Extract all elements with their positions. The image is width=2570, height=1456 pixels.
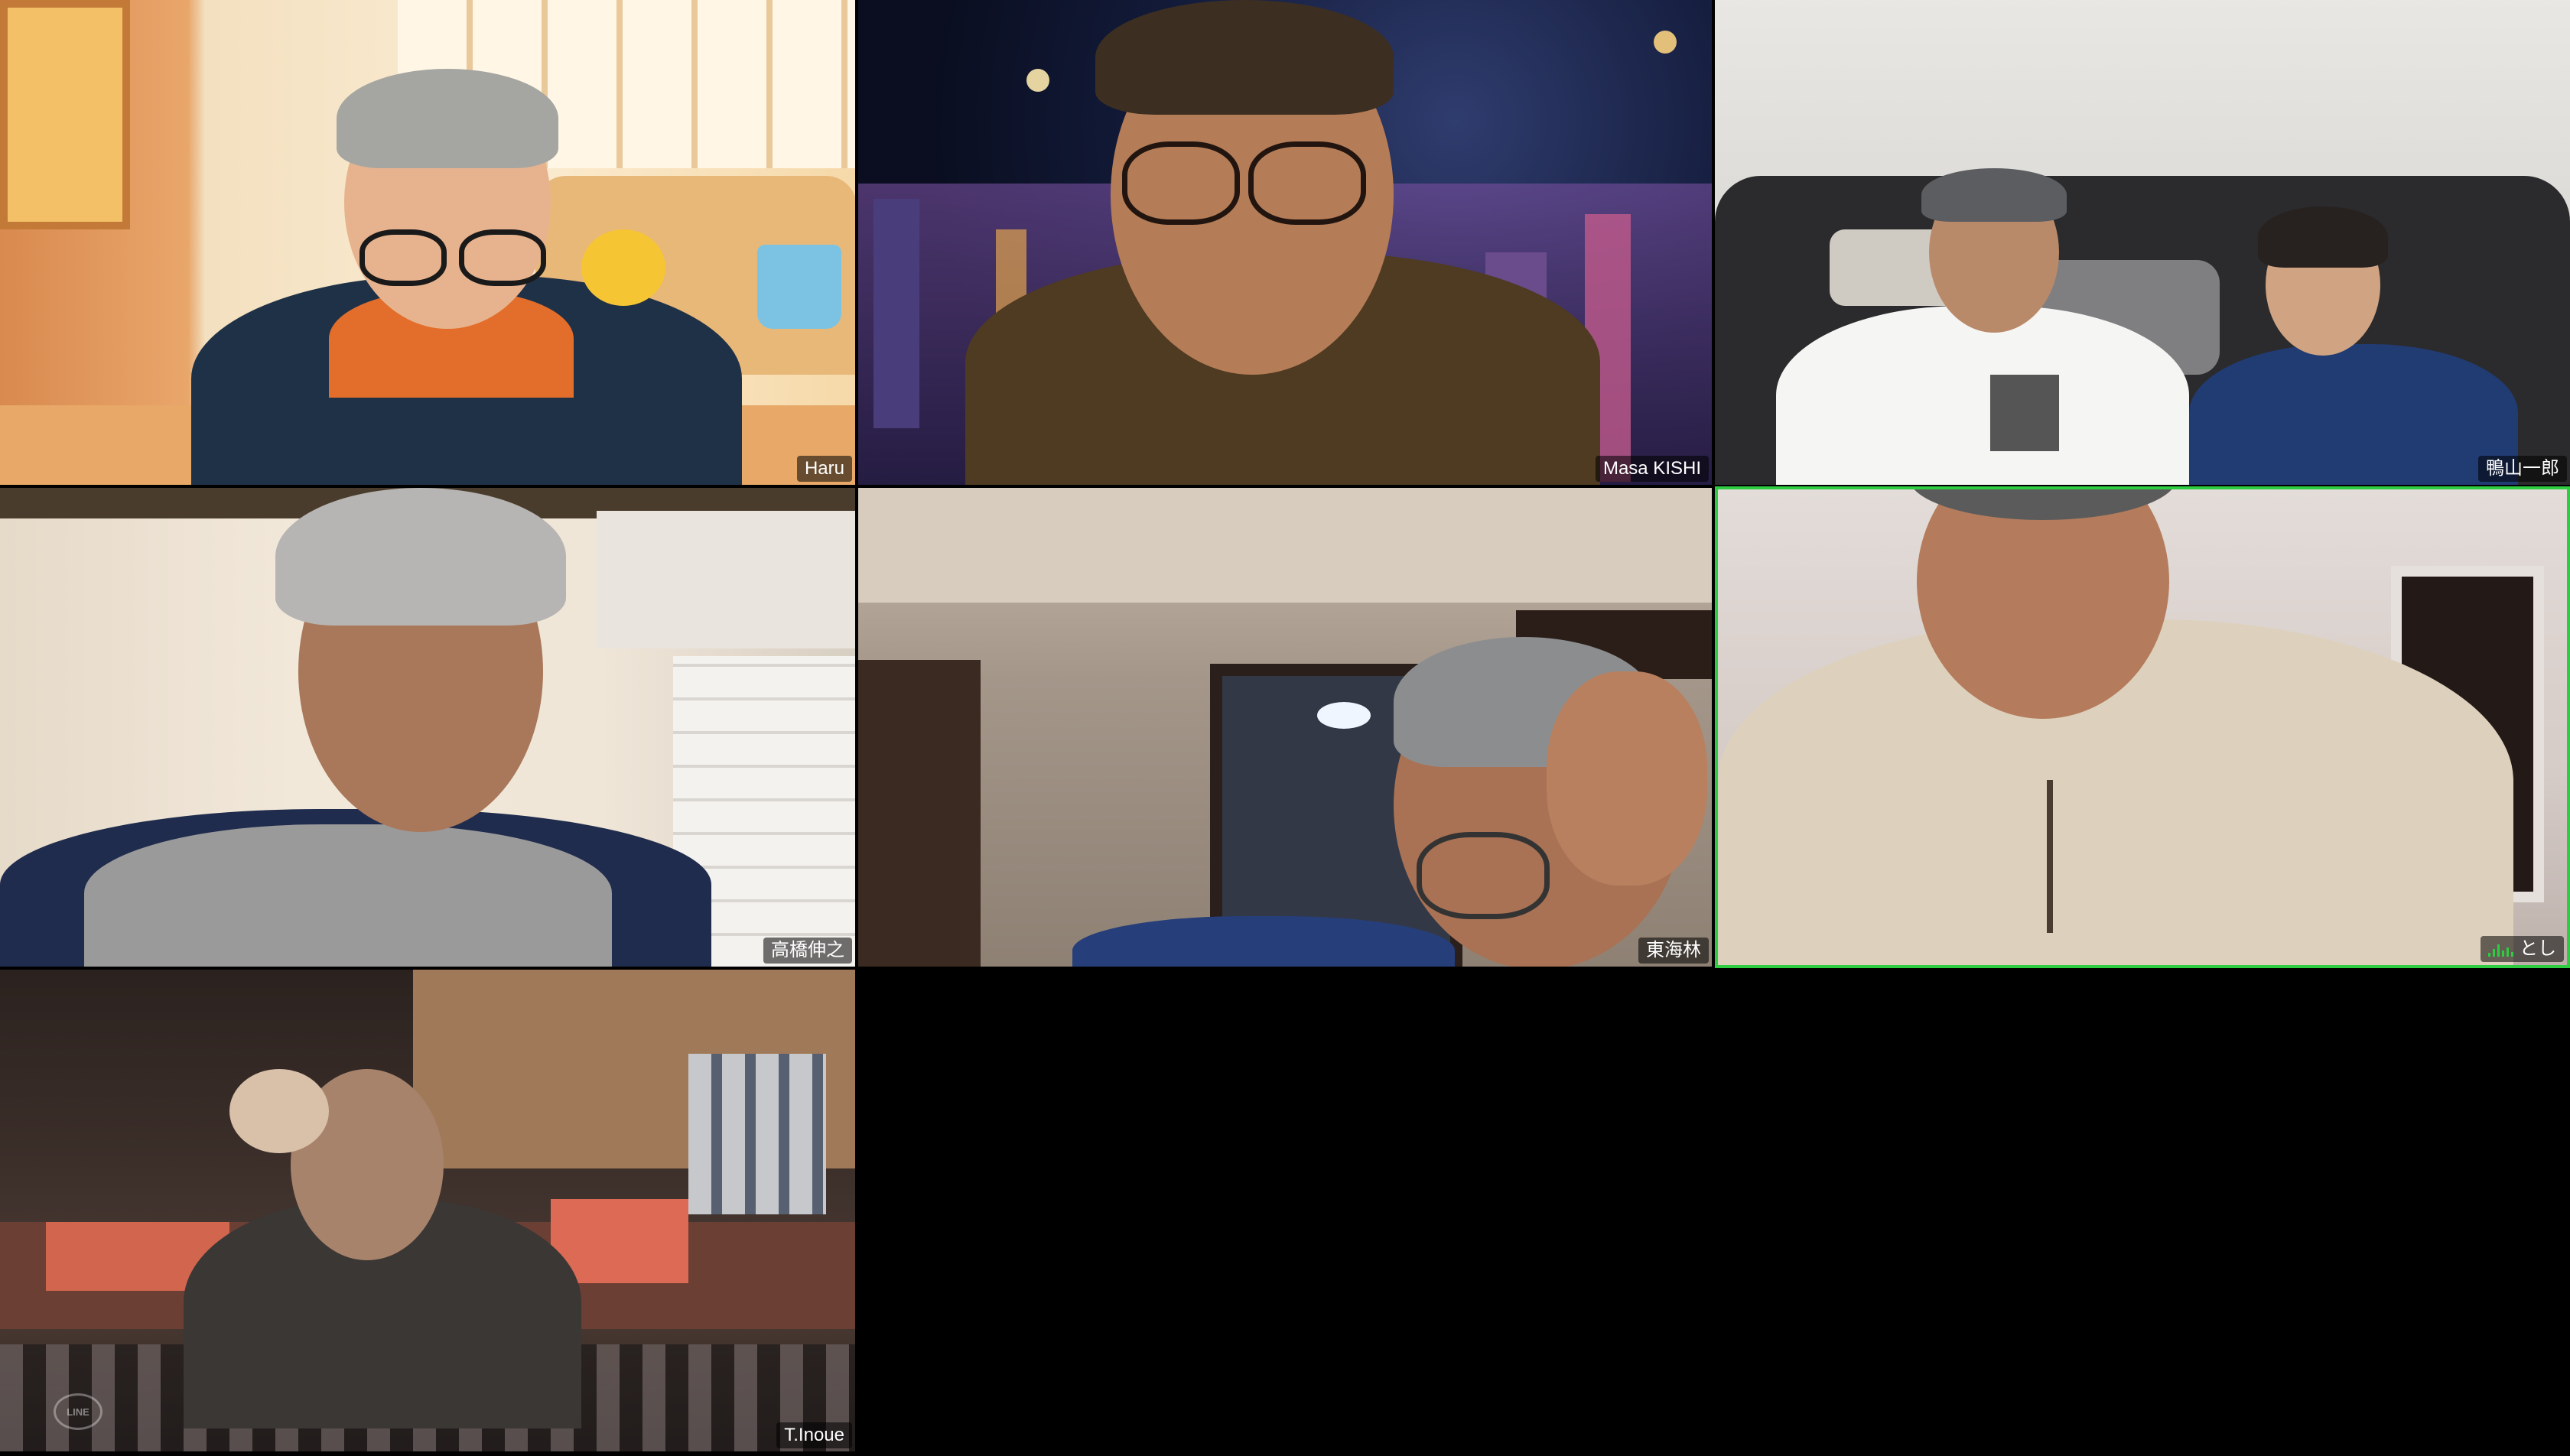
participant-tile-toshi[interactable]: とし xyxy=(1715,486,2570,968)
participant-tile-haru[interactable]: Haru xyxy=(0,0,855,485)
video-gallery: Haru Masa KISHI 鴨山一郎 高橋伸之 東海林 とし LINE T.… xyxy=(0,0,2570,1456)
video-feed xyxy=(0,0,855,485)
participant-tile-kamoyama[interactable]: 鴨山一郎 xyxy=(1715,0,2570,485)
participant-name: 鴨山一郎 xyxy=(2486,458,2559,479)
audio-level-icon xyxy=(2488,941,2513,957)
video-feed xyxy=(1718,489,2567,965)
participant-name-tag: とし xyxy=(2481,936,2564,962)
video-feed xyxy=(0,488,855,967)
participant-tile-t-inoue[interactable]: LINE T.Inoue xyxy=(0,970,855,1451)
participant-name-tag: 高橋伸之 xyxy=(763,938,852,964)
participant-name-tag: Haru xyxy=(796,456,852,482)
participant-name: Masa KISHI xyxy=(1602,458,1701,479)
participant-name: 東海林 xyxy=(1646,940,1701,960)
video-feed xyxy=(858,0,1712,485)
participant-name: 高橋伸之 xyxy=(771,940,844,960)
participant-name-tag: Masa KISHI xyxy=(1595,456,1709,482)
video-feed xyxy=(1715,0,2570,485)
participant-name: Haru xyxy=(804,458,844,479)
participant-name-tag: T.Inoue xyxy=(776,1422,852,1448)
line-logo-icon: LINE xyxy=(54,1393,102,1430)
participant-tile-masa-kishi[interactable]: Masa KISHI xyxy=(858,0,1712,485)
video-feed: LINE xyxy=(0,970,855,1451)
video-feed xyxy=(858,488,1712,967)
participant-tile-shoji[interactable]: 東海林 xyxy=(858,488,1712,967)
participant-name-tag: 東海林 xyxy=(1638,938,1709,964)
participant-name-tag: 鴨山一郎 xyxy=(2478,456,2567,482)
participant-name: とし xyxy=(2520,938,2556,959)
participant-tile-takahashi[interactable]: 高橋伸之 xyxy=(0,488,855,967)
logo-text: LINE xyxy=(67,1406,89,1418)
participant-name: T.Inoue xyxy=(784,1425,844,1445)
